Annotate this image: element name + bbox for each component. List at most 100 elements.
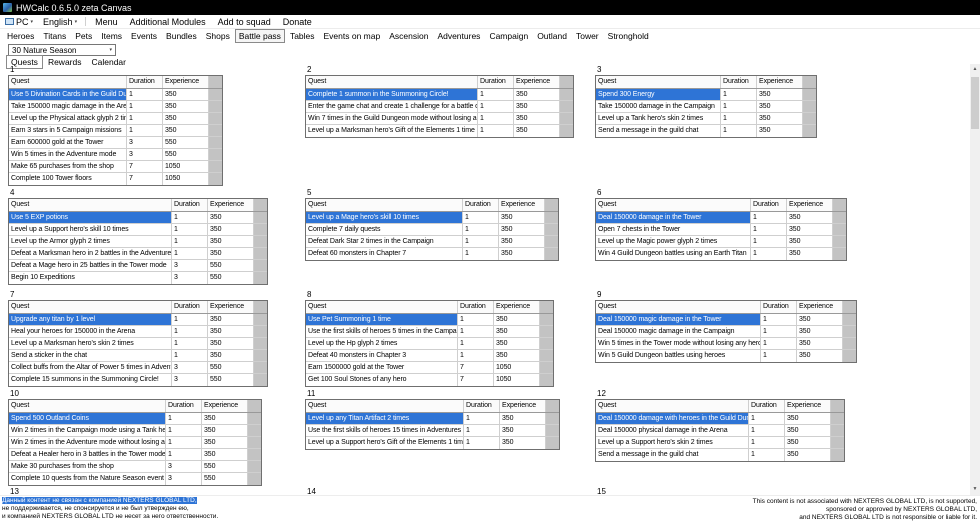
experience-cell[interactable]: 350 [208, 224, 254, 235]
experience-cell[interactable]: 1050 [494, 362, 540, 373]
column-header-experience[interactable]: Experience [797, 301, 843, 313]
column-header-duration[interactable]: Duration [751, 199, 787, 211]
experience-cell[interactable]: 550 [163, 149, 209, 160]
duration-cell[interactable]: 1 [749, 425, 785, 436]
duration-cell[interactable]: 3 [166, 461, 202, 472]
experience-cell[interactable]: 550 [163, 137, 209, 148]
column-header-quest[interactable]: Quest [596, 199, 751, 211]
experience-cell[interactable]: 350 [208, 236, 254, 247]
duration-cell[interactable]: 1 [761, 326, 797, 337]
quest-cell[interactable]: Level up the Hp glyph 2 times [306, 338, 458, 349]
quest-table[interactable]: Quest Duration Experience Upgrade any titan… [8, 300, 268, 387]
quest-cell[interactable]: Level up a Marksman hero's skin 2 times [9, 338, 172, 349]
quest-cell[interactable]: Use Pet Summoning 1 time [306, 314, 458, 325]
duration-cell[interactable]: 1 [749, 449, 785, 461]
experience-cell[interactable]: 350 [163, 101, 209, 112]
duration-cell[interactable]: 3 [172, 272, 208, 284]
duration-cell[interactable]: 1 [721, 101, 757, 112]
quest-cell[interactable]: Win 2 times in the Campaign mode using a… [9, 425, 166, 436]
duration-cell[interactable]: 1 [172, 350, 208, 361]
experience-cell[interactable]: 350 [202, 449, 248, 460]
quest-cell[interactable]: Win 5 times in the Adventure mode [9, 149, 127, 160]
duration-cell[interactable]: 3 [127, 137, 163, 148]
experience-cell[interactable]: 350 [757, 101, 803, 112]
experience-cell[interactable]: 1050 [163, 173, 209, 185]
column-header-quest[interactable]: Quest [596, 76, 721, 88]
duration-cell[interactable]: 3 [172, 362, 208, 373]
quest-cell[interactable]: Send a sticker in the chat [9, 350, 172, 361]
vertical-scrollbar[interactable]: ▲ ▼ [970, 64, 980, 495]
experience-cell[interactable]: 350 [514, 125, 560, 137]
experience-cell[interactable]: 1050 [494, 374, 540, 386]
experience-cell[interactable]: 350 [208, 350, 254, 361]
duration-cell[interactable]: 1 [749, 413, 785, 424]
quest-cell[interactable]: Collect buffs from the Altar of Power 5 … [9, 362, 172, 373]
duration-cell[interactable]: 1 [458, 326, 494, 337]
duration-cell[interactable]: 1 [172, 248, 208, 259]
duration-cell[interactable]: 1 [464, 425, 500, 436]
column-header-duration[interactable]: Duration [761, 301, 797, 313]
experience-cell[interactable]: 350 [494, 338, 540, 349]
quest-cell[interactable]: Use the first skills of heroes 15 times … [306, 425, 464, 436]
quest-cell[interactable]: Make 30 purchases from the shop [9, 461, 166, 472]
quest-table[interactable]: Quest Duration Experience Use Pet Summoning… [305, 300, 554, 387]
experience-cell[interactable]: 350 [494, 350, 540, 361]
duration-cell[interactable]: 1 [721, 89, 757, 100]
column-header-experience[interactable]: Experience [499, 199, 545, 211]
quest-cell[interactable]: Win 5 Guild Dungeon battles using heroes [596, 350, 761, 362]
duration-cell[interactable]: 1 [127, 89, 163, 100]
duration-cell[interactable]: 7 [458, 362, 494, 373]
experience-cell[interactable]: 350 [202, 437, 248, 448]
experience-cell[interactable]: 550 [208, 374, 254, 386]
experience-cell[interactable]: 350 [787, 212, 833, 223]
duration-cell[interactable]: 1 [463, 224, 499, 235]
quest-table[interactable]: Quest Duration Experience Deal 150000 damag… [595, 198, 847, 261]
experience-cell[interactable]: 350 [499, 248, 545, 260]
column-header-quest[interactable]: Quest [306, 76, 478, 88]
experience-cell[interactable]: 350 [797, 326, 843, 337]
experience-cell[interactable]: 350 [499, 212, 545, 223]
quest-cell[interactable]: Level up any Titan Artifact 2 times [306, 413, 464, 424]
duration-cell[interactable]: 1 [172, 326, 208, 337]
experience-cell[interactable]: 350 [787, 248, 833, 260]
experience-cell[interactable]: 350 [514, 113, 560, 124]
column-header-experience[interactable]: Experience [208, 301, 254, 313]
duration-cell[interactable]: 1 [761, 350, 797, 362]
quest-cell[interactable]: Deal 150000 magic damage in the Campaign [596, 326, 761, 337]
experience-cell[interactable]: 350 [785, 437, 831, 448]
quest-cell[interactable]: Win 2 times in the Adventure mode withou… [9, 437, 166, 448]
duration-cell[interactable]: 1 [172, 224, 208, 235]
duration-cell[interactable]: 1 [172, 236, 208, 247]
quest-cell[interactable]: Begin 10 Expeditions [9, 272, 172, 284]
column-header-duration[interactable]: Duration [166, 400, 202, 412]
quest-cell[interactable]: Complete 15 summons in the Summoning Cir… [9, 374, 172, 386]
experience-cell[interactable]: 350 [797, 350, 843, 362]
quest-cell[interactable]: Level up the Physical attack glyph 2 tim… [9, 113, 127, 124]
quest-table[interactable]: Quest Duration Experience Spend 300 Energy 1… [595, 75, 817, 138]
quest-cell[interactable]: Defeat 40 monsters in Chapter 3 [306, 350, 458, 361]
experience-cell[interactable]: 550 [208, 362, 254, 373]
quest-cell[interactable]: Enter the game chat and create 1 challen… [306, 101, 478, 112]
column-header-duration[interactable]: Duration [721, 76, 757, 88]
experience-cell[interactable]: 550 [202, 473, 248, 485]
quest-cell[interactable]: Defeat a Healer hero in 3 battles in the… [9, 449, 166, 460]
duration-cell[interactable]: 3 [172, 374, 208, 386]
experience-cell[interactable]: 350 [785, 425, 831, 436]
column-header-duration[interactable]: Duration [749, 400, 785, 412]
duration-cell[interactable]: 1 [172, 212, 208, 223]
duration-cell[interactable]: 1 [458, 338, 494, 349]
duration-cell[interactable]: 1 [478, 89, 514, 100]
quest-cell[interactable]: Deal 150000 damage in the Tower [596, 212, 751, 223]
quest-cell[interactable]: Complete 7 daily quests [306, 224, 463, 235]
quest-cell[interactable]: Level up the Armor glyph 2 times [9, 236, 172, 247]
quest-cell[interactable]: Win 7 times in the Guild Dungeon mode wi… [306, 113, 478, 124]
column-header-quest[interactable]: Quest [306, 400, 464, 412]
column-header-experience[interactable]: Experience [163, 76, 209, 88]
experience-cell[interactable]: 350 [757, 113, 803, 124]
column-header-duration[interactable]: Duration [464, 400, 500, 412]
quest-cell[interactable]: Level up a Support hero's Gift of the El… [306, 437, 464, 449]
duration-cell[interactable]: 1 [721, 125, 757, 137]
column-header-quest[interactable]: Quest [9, 76, 127, 88]
experience-cell[interactable]: 350 [494, 326, 540, 337]
column-header-experience[interactable]: Experience [202, 400, 248, 412]
